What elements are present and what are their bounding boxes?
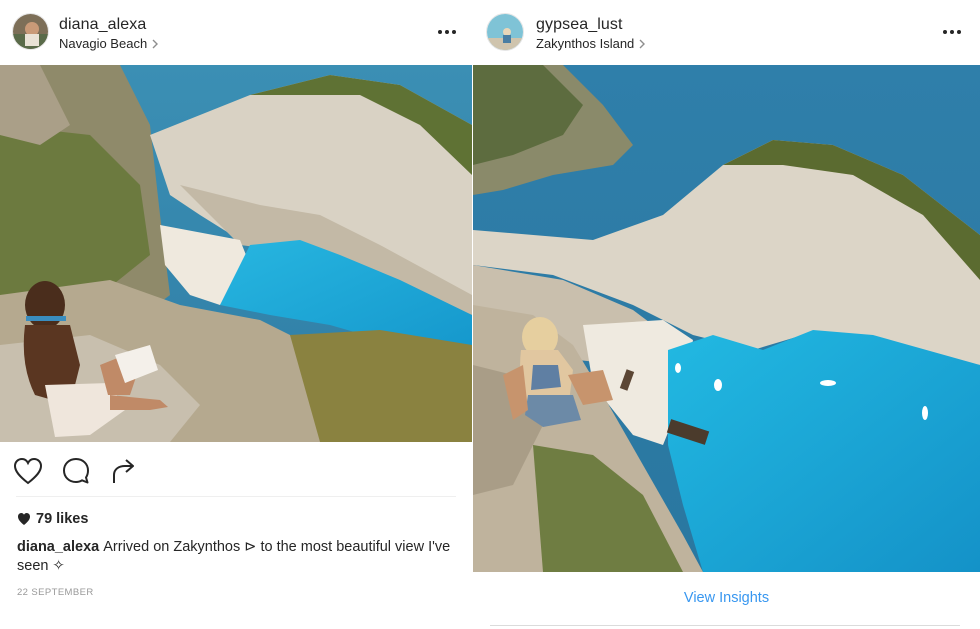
username[interactable]: gypsea_lust	[536, 16, 623, 34]
chevron-right-icon	[152, 39, 159, 48]
heart-icon	[13, 457, 43, 485]
post-photo[interactable]	[473, 65, 980, 572]
more-icon	[438, 30, 456, 34]
heart-filled-icon	[18, 513, 30, 525]
post-gypsea: gypsea_lust Zakynthos Island View Insigh…	[473, 0, 980, 629]
post-photo[interactable]	[0, 65, 472, 442]
location-link[interactable]: Navagio Beach	[59, 36, 161, 51]
post-header: diana_alexa Navagio Beach	[0, 0, 472, 65]
post-diana: diana_alexa Navagio Beach 79 likes diana…	[0, 0, 472, 629]
caption: diana_alexa Arrived on Zakynthos ⊳ to the…	[17, 538, 457, 576]
likes-label: 79 likes	[36, 511, 89, 527]
location-link[interactable]: Zakynthos Island	[536, 36, 648, 51]
chevron-right-icon	[639, 39, 646, 48]
more-options-button[interactable]	[940, 22, 964, 42]
caption-username[interactable]: diana_alexa	[17, 539, 99, 555]
comment-icon	[63, 458, 89, 484]
more-options-button[interactable]	[435, 22, 459, 42]
section-divider	[16, 496, 456, 497]
action-bar	[12, 454, 156, 488]
comment-button[interactable]	[60, 455, 92, 487]
view-insights-link[interactable]: View Insights	[473, 590, 980, 606]
post-timestamp: 22 SEPTEMBER	[17, 587, 94, 598]
location-label: Navagio Beach	[59, 36, 148, 51]
likes-count[interactable]: 79 likes	[17, 511, 88, 527]
username[interactable]: diana_alexa	[59, 16, 146, 34]
section-divider	[490, 625, 960, 626]
share-button[interactable]	[108, 455, 140, 487]
location-label: Zakynthos Island	[536, 36, 635, 51]
avatar[interactable]	[12, 13, 49, 50]
avatar[interactable]	[486, 13, 524, 51]
share-icon	[113, 459, 134, 483]
like-button[interactable]	[12, 455, 44, 487]
post-header: gypsea_lust Zakynthos Island	[473, 0, 980, 65]
more-icon	[943, 30, 961, 34]
